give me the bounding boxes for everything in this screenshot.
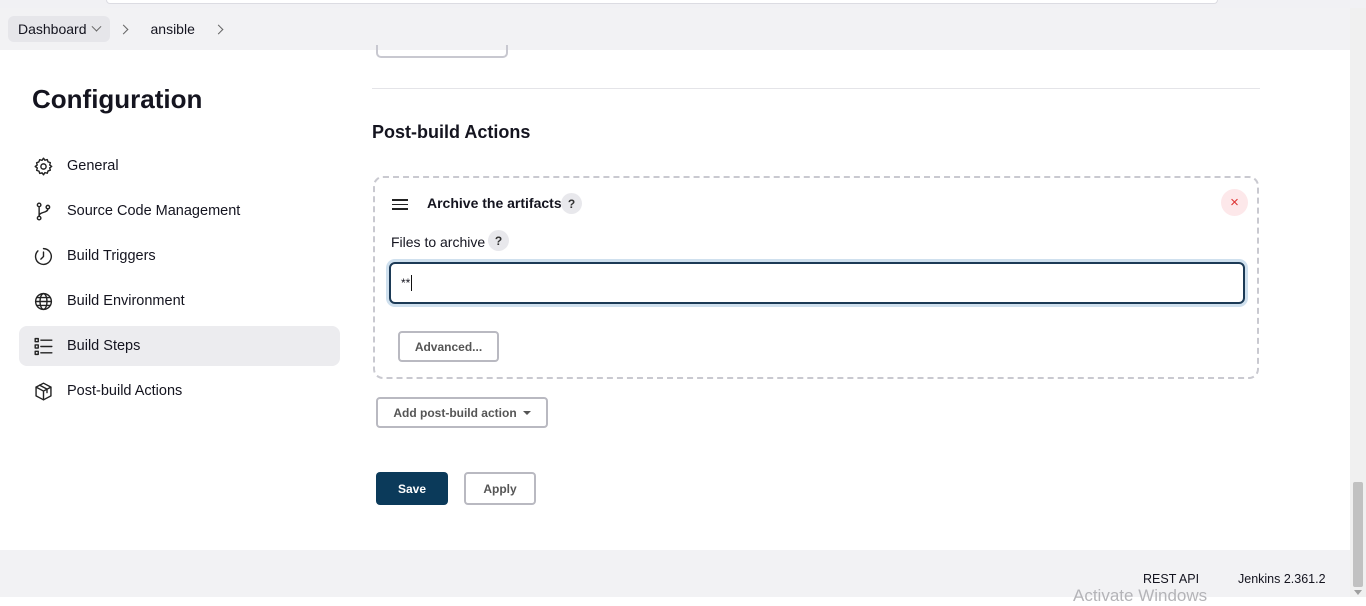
files-to-archive-input[interactable]: **: [389, 262, 1245, 304]
top-strip: [0, 0, 1366, 8]
sidebar-item-build-triggers[interactable]: Build Triggers: [19, 236, 340, 276]
sidebar-item-general[interactable]: General: [19, 146, 340, 186]
sidebar-item-label: General: [67, 158, 119, 174]
breadcrumb-dashboard-label: Dashboard: [18, 21, 87, 37]
breadcrumb-dashboard[interactable]: Dashboard: [8, 16, 110, 42]
archive-artifacts-panel: Archive the artifacts ? × Files to archi…: [373, 176, 1259, 379]
section-title: Post-build Actions: [372, 122, 531, 142]
sidebar-item-post-build-actions[interactable]: Post-build Actions: [19, 371, 340, 411]
add-post-build-action-label: Add post-build action: [393, 405, 517, 420]
save-button[interactable]: Save: [376, 472, 448, 505]
windows-activation-watermark: Activate Windows: [1073, 586, 1208, 605]
vertical-scrollbar[interactable]: [1350, 8, 1366, 597]
list-icon: [32, 335, 54, 357]
help-icon[interactable]: ?: [561, 193, 582, 214]
sidebar-item-build-steps[interactable]: Build Steps: [19, 326, 340, 366]
chevron-down-icon[interactable]: [91, 21, 101, 32]
add-post-build-action-button[interactable]: Add post-build action: [376, 397, 548, 428]
files-to-archive-value: **: [401, 276, 411, 290]
sidebar-nav: General Source Code Management Build Tri…: [19, 146, 340, 416]
files-to-archive-label: Files to archive: [391, 234, 486, 250]
search-bar-edge[interactable]: [106, 0, 1218, 4]
footer: REST API Jenkins 2.361.2 Activate Window…: [0, 550, 1350, 605]
globe-icon: [32, 290, 54, 312]
sidebar-item-label: Source Code Management: [67, 203, 241, 219]
section-divider: [372, 88, 1260, 89]
chevron-right-icon[interactable]: [213, 24, 224, 34]
previous-section-button[interactable]: [376, 45, 508, 58]
sidebar-item-build-environment[interactable]: Build Environment: [19, 281, 340, 321]
action-title: Archive the artifacts: [427, 195, 562, 211]
package-icon: [32, 380, 54, 402]
breadcrumb-ansible[interactable]: ansible: [141, 16, 205, 42]
scrollbar-thumb[interactable]: [1353, 482, 1363, 587]
drag-handle-icon[interactable]: [392, 199, 408, 213]
gear-icon: [32, 155, 54, 177]
help-icon[interactable]: ?: [488, 230, 509, 251]
clock-icon: [32, 245, 54, 267]
page-title: Configuration: [32, 84, 203, 114]
sidebar-item-label: Build Environment: [67, 293, 185, 309]
delete-action-button[interactable]: ×: [1221, 189, 1248, 216]
branch-icon: [32, 200, 54, 222]
apply-button[interactable]: Apply: [464, 472, 536, 505]
breadcrumb: Dashboard ansible: [0, 8, 1350, 50]
sidebar-item-label: Build Steps: [67, 338, 141, 354]
rest-api-link[interactable]: REST API: [1143, 572, 1199, 586]
sidebar-item-source-code-management[interactable]: Source Code Management: [19, 191, 340, 231]
chevron-right-icon: [118, 24, 128, 34]
sidebar-item-label: Post-build Actions: [67, 383, 183, 399]
scroll-down-arrow-icon[interactable]: [1354, 590, 1362, 595]
sidebar-item-label: Build Triggers: [67, 248, 156, 264]
dropdown-caret-icon: [522, 410, 531, 415]
breadcrumb-ansible-label: ansible: [150, 21, 195, 37]
advanced-button[interactable]: Advanced...: [398, 331, 499, 362]
text-caret: [411, 275, 413, 291]
jenkins-version-link[interactable]: Jenkins 2.361.2: [1238, 572, 1326, 586]
